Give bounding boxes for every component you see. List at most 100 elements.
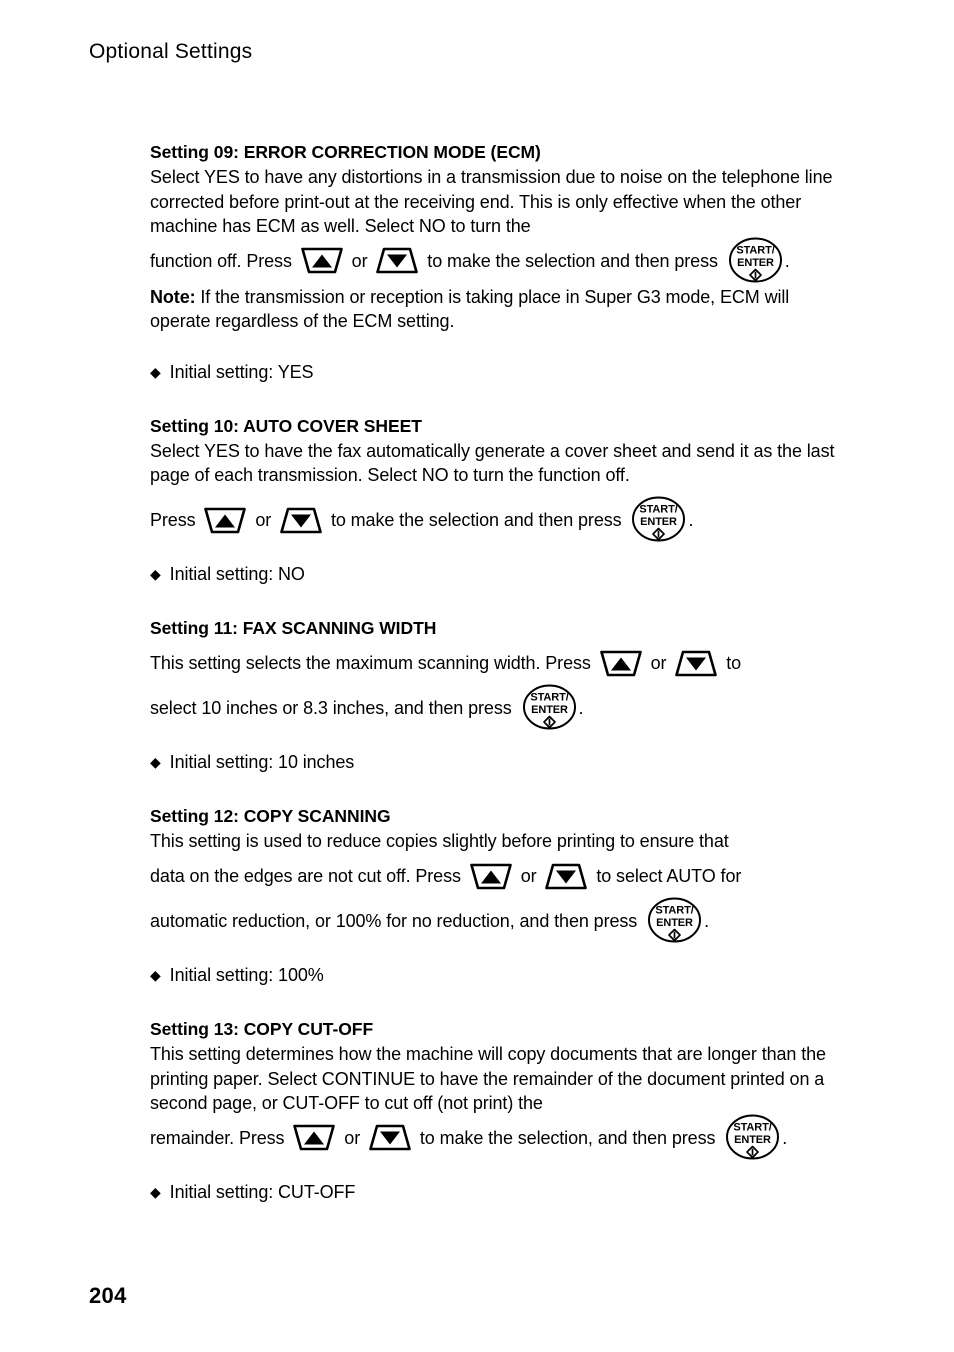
svg-text:START/: START/ bbox=[530, 692, 568, 704]
down-arrow-key-icon bbox=[280, 507, 322, 534]
svg-text:START/: START/ bbox=[734, 1121, 772, 1133]
start-enter-key-icon: START/ ENTER bbox=[725, 1114, 780, 1160]
section-paragraph: This setting is used to reduce copies sl… bbox=[150, 831, 729, 852]
initial-setting-line: ◆ Initial setting: 10 inches bbox=[150, 750, 850, 774]
instruction-text-pre: function off. Press bbox=[150, 250, 292, 271]
instruction-text-pre: This setting selects the maximum scannin… bbox=[150, 653, 591, 673]
section-key-instruction: Press or to make the selection and then … bbox=[150, 496, 850, 544]
svg-text:ENTER: ENTER bbox=[531, 704, 568, 716]
note-label: Note: bbox=[150, 286, 196, 307]
down-arrow-key-icon bbox=[369, 1124, 411, 1151]
section-heading: Setting 12: COPY SCANNING bbox=[150, 806, 391, 827]
instruction-text-pre: data on the edges are not cut off. Press bbox=[150, 865, 461, 886]
instruction-text-pre: select 10 inches or 8.3 inches, and then… bbox=[150, 698, 512, 718]
section-heading: Setting 09: ERROR CORRECTION MODE (ECM) bbox=[150, 142, 541, 162]
start-enter-key-icon: START/ ENTER bbox=[647, 897, 702, 943]
instruction-text-end: . bbox=[704, 910, 710, 931]
instruction-text-pre: automatic reduction, or 100% for no redu… bbox=[150, 910, 638, 931]
down-arrow-key-icon bbox=[675, 650, 718, 677]
instruction-text-post: to bbox=[726, 653, 742, 673]
start-enter-key-icon: START/ ENTER bbox=[728, 237, 783, 283]
initial-setting-line: ◆ Initial setting: CUT-OFF bbox=[150, 1180, 850, 1204]
section-key-instruction-2: automatic reduction, or 100% for no redu… bbox=[150, 897, 850, 945]
diamond-bullet-icon: ◆ bbox=[150, 1183, 161, 1200]
section-key-instruction-2: select 10 inches or 8.3 inches, and then… bbox=[150, 684, 850, 732]
instruction-text-end: . bbox=[578, 698, 584, 718]
svg-text:ENTER: ENTER bbox=[734, 1134, 771, 1146]
up-arrow-key-icon bbox=[204, 507, 247, 534]
up-arrow-key-icon bbox=[469, 863, 512, 890]
svg-text:ENTER: ENTER bbox=[737, 257, 774, 269]
start-enter-key-icon: START/ ENTER bbox=[522, 684, 577, 730]
svg-text:START/: START/ bbox=[736, 244, 774, 256]
section-paragraph: This setting determines how the machine … bbox=[150, 1044, 826, 1113]
initial-setting-line: ◆ Initial setting: NO bbox=[150, 562, 850, 586]
running-header-title: Optional Settings bbox=[89, 40, 253, 63]
section-key-instruction: function off. Press or to make the selec… bbox=[150, 237, 850, 285]
diamond-bullet-icon: ◆ bbox=[150, 754, 161, 771]
up-arrow-key-icon bbox=[599, 650, 642, 677]
initial-setting-line: ◆ Initial setting: YES bbox=[150, 360, 850, 384]
section-paragraph: Select YES to have any distortions in a … bbox=[150, 167, 833, 236]
document-page: Optional Settings Setting 09: ERROR CORR… bbox=[0, 0, 954, 1352]
instruction-text-end: . bbox=[782, 1127, 788, 1148]
section-key-instruction: remainder. Press or to make the selectio… bbox=[150, 1114, 850, 1162]
diamond-bullet-icon: ◆ bbox=[150, 363, 161, 380]
diamond-bullet-icon: ◆ bbox=[150, 967, 161, 983]
page-body: Setting 09: ERROR CORRECTION MODE (ECM) … bbox=[150, 140, 850, 1204]
section-setting-11: Setting 11: FAX SCANNING WIDTH This sett… bbox=[150, 616, 850, 774]
svg-text:START/: START/ bbox=[640, 504, 678, 516]
section-setting-09: Setting 09: ERROR CORRECTION MODE (ECM) … bbox=[150, 140, 850, 384]
initial-setting-text: Initial setting: 100% bbox=[169, 965, 324, 985]
start-enter-key-icon: START/ ENTER bbox=[631, 496, 686, 542]
instruction-text-mid: or bbox=[520, 865, 537, 886]
section-setting-13: Setting 13: COPY CUT-OFF This setting de… bbox=[150, 1017, 850, 1204]
initial-setting-text: Initial setting: YES bbox=[169, 361, 314, 382]
instruction-text-post: to make the selection and then press bbox=[427, 250, 718, 271]
instruction-text-pre: remainder. Press bbox=[150, 1127, 285, 1148]
instruction-text-pre: Press bbox=[150, 509, 196, 530]
page-number: 204 bbox=[89, 1283, 127, 1308]
down-arrow-key-icon bbox=[376, 247, 419, 274]
section-setting-12: Setting 12: COPY SCANNING This setting i… bbox=[150, 804, 850, 987]
section-heading: Setting 11: FAX SCANNING WIDTH bbox=[150, 618, 437, 638]
initial-setting-line: ◆ Initial setting: 100% bbox=[150, 963, 850, 987]
svg-text:START/: START/ bbox=[655, 905, 693, 917]
section-note: Note: If the transmission or reception i… bbox=[150, 285, 850, 334]
svg-text:ENTER: ENTER bbox=[641, 516, 678, 528]
instruction-text-end: . bbox=[784, 250, 790, 271]
section-key-instruction: This setting selects the maximum scannin… bbox=[150, 641, 850, 686]
initial-setting-text: Initial setting: CUT-OFF bbox=[169, 1181, 356, 1202]
instruction-text-post: to select AUTO for bbox=[596, 865, 742, 886]
section-setting-10: Setting 10: AUTO COVER SHEET Select YES … bbox=[150, 414, 850, 586]
section-paragraph: Select YES to have the fax automatically… bbox=[150, 440, 835, 486]
instruction-text-end: . bbox=[688, 509, 694, 530]
diamond-bullet-icon: ◆ bbox=[150, 566, 161, 582]
instruction-text-mid: or bbox=[650, 653, 667, 673]
instruction-text-mid: or bbox=[351, 250, 368, 271]
section-heading: Setting 13: COPY CUT-OFF bbox=[150, 1019, 374, 1039]
up-arrow-key-icon bbox=[300, 247, 343, 274]
up-arrow-key-icon bbox=[293, 1124, 336, 1151]
initial-setting-text: Initial setting: NO bbox=[169, 564, 305, 584]
section-key-instruction: data on the edges are not cut off. Press… bbox=[150, 854, 850, 899]
instruction-text-post: to make the selection and then press bbox=[330, 509, 622, 530]
instruction-text-post: to make the selection, and then press bbox=[419, 1127, 716, 1148]
down-arrow-key-icon bbox=[545, 863, 588, 890]
instruction-text-mid: or bbox=[344, 1127, 361, 1148]
section-heading: Setting 10: AUTO COVER SHEET bbox=[150, 415, 422, 436]
instruction-text-mid: or bbox=[255, 509, 272, 530]
note-text: If the transmission or reception is taki… bbox=[150, 286, 790, 332]
initial-setting-text: Initial setting: 10 inches bbox=[169, 752, 355, 773]
svg-text:ENTER: ENTER bbox=[656, 917, 693, 929]
